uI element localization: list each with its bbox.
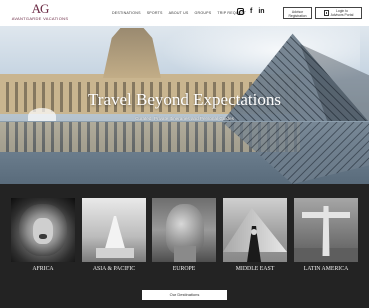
destination-card-latin-america[interactable] [294, 198, 358, 262]
advisor-login-button[interactable]: Login to Advisors Portal [315, 7, 362, 19]
destination-label-asia-pacific[interactable]: ASIA & PACIFIC [76, 266, 152, 272]
traveler-face [251, 229, 257, 235]
destination-card-middle-east[interactable] [223, 198, 287, 262]
main-nav: DESTINATIONS SPORTS ABOUT US GROUPS TRIP… [112, 11, 246, 15]
user-icon [323, 10, 329, 16]
site-header: AG AVANTGARDE VACATIONS DESTINATIONS SPO… [0, 0, 369, 26]
facebook-icon[interactable]: f [250, 8, 252, 15]
destination-label-middle-east[interactable]: MIDDLE EAST [217, 266, 293, 272]
statue-base [96, 248, 134, 258]
destination-card-europe[interactable] [152, 198, 216, 262]
destination-card-africa[interactable] [11, 198, 75, 262]
our-destinations-button[interactable]: Our Destinations [142, 290, 227, 300]
statue-neck [174, 246, 196, 262]
social-links: f in [237, 8, 265, 15]
destination-label-africa[interactable]: AFRICA [5, 266, 81, 272]
destination-card-asia-pacific[interactable] [82, 198, 146, 262]
destination-label-latin-america[interactable]: LATIN AMERICA [288, 266, 364, 272]
brand-logo[interactable]: AG AVANTGARDE VACATIONS [6, 2, 74, 24]
nav-item-destinations[interactable]: DESTINATIONS [112, 11, 141, 15]
register-label-line2: Registration [288, 13, 307, 18]
nav-item-sports[interactable]: SPORTS [147, 11, 163, 15]
login-label-line2: Advisors Portal [330, 13, 354, 17]
advisor-registration-button[interactable]: Advisor Registration [283, 7, 312, 19]
hero-title: Travel Beyond Expectations [88, 90, 281, 109]
nav-item-groups[interactable]: GROUPS [195, 11, 212, 15]
logo-mark: AG [31, 1, 50, 16]
instagram-icon[interactable] [237, 8, 244, 15]
buddha-statue-image [104, 216, 126, 252]
nav-item-about-us[interactable]: ABOUT US [169, 11, 189, 15]
logo-name: AVANTGARDE VACATIONS [11, 16, 69, 21]
destinations-section: AFRICA ASIA & PACIFIC EUROPE MIDDLE EAST… [0, 184, 369, 308]
hero-subtitle: Curated, Private Itineraries and Persona… [135, 116, 234, 121]
hero-banner: Travel Beyond Expectations Curated, Priv… [0, 26, 369, 184]
lion-face [33, 218, 53, 244]
linkedin-icon[interactable]: in [258, 8, 264, 15]
louvre-pavilion [103, 28, 161, 78]
lion-nose [39, 234, 47, 239]
destination-label-europe[interactable]: EUROPE [146, 266, 222, 272]
